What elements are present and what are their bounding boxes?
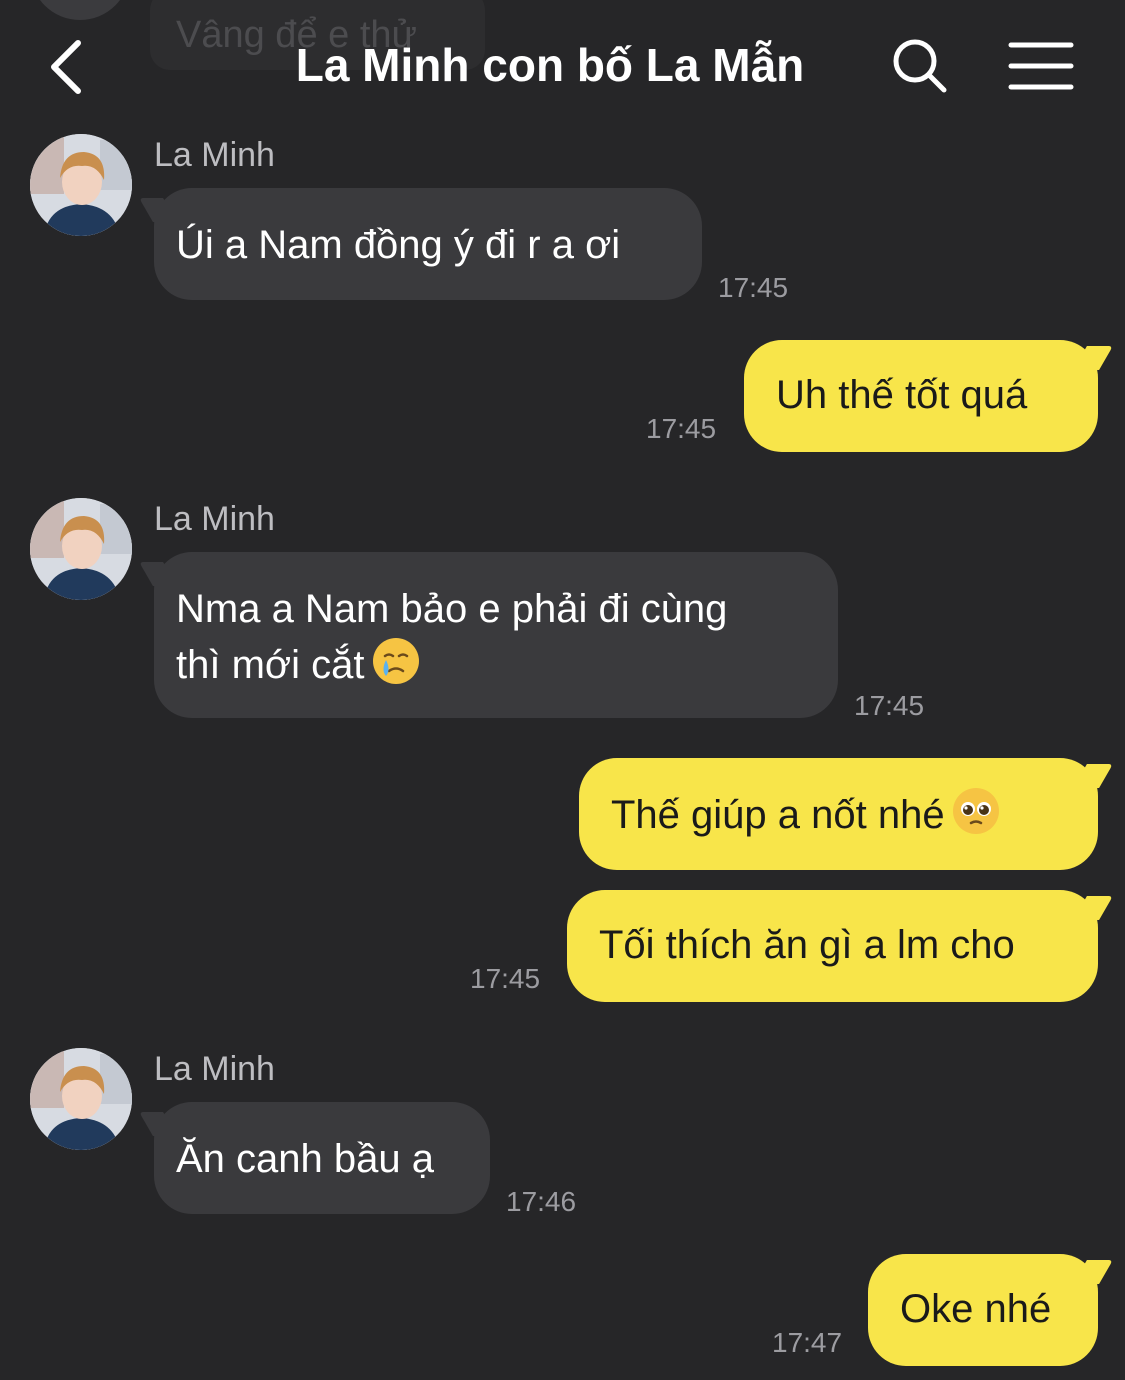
sender-name: La Minh <box>154 500 275 538</box>
message-text: Thế giúp a nốt nhé <box>611 793 945 837</box>
outgoing-message-bubble[interactable]: Uh thế tốt quá <box>744 340 1098 452</box>
message-text-line: Nma a Nam bảo e phải đi cùng <box>176 587 728 631</box>
chat-title: La Minh con bố La Mẫn <box>295 39 805 91</box>
crying-face-emoji <box>371 636 421 686</box>
sender-avatar[interactable] <box>30 498 132 600</box>
sender-avatar[interactable] <box>30 1048 132 1150</box>
outgoing-message-bubble[interactable]: Oke nhé <box>868 1254 1098 1366</box>
chevron-left-icon[interactable] <box>40 35 100 99</box>
message-text-line: thì mới cắt <box>176 643 365 687</box>
message-time: 17:45 <box>470 963 541 994</box>
incoming-message-bubble[interactable]: Nma a Nam bảo e phải đi cùng thì mới cắt <box>154 552 838 718</box>
incoming-message-bubble[interactable]: Úi a Nam đồng ý đi r a ơi <box>154 188 702 300</box>
pleading-face-emoji <box>951 786 1001 836</box>
chat-header: La Minh con bố La Mẫn <box>0 0 1125 130</box>
message-time: 17:45 <box>854 690 925 721</box>
message-text: Oke nhé <box>900 1287 1052 1331</box>
outgoing-message-bubble[interactable]: Tối thích ăn gì a lm cho <box>567 890 1098 1002</box>
message-time: 17:46 <box>506 1186 577 1217</box>
message-text: Ăn canh bầu ạ <box>176 1137 434 1181</box>
message-text: Úi a Nam đồng ý đi r a ơi <box>176 223 621 267</box>
message-time: 17:45 <box>718 272 789 303</box>
message-time: 17:47 <box>772 1327 843 1358</box>
sender-avatar[interactable] <box>30 134 132 236</box>
sender-name: La Minh <box>154 1050 275 1088</box>
message-text: Tối thích ăn gì a lm cho <box>599 923 1015 967</box>
search-icon[interactable] <box>890 36 950 96</box>
outgoing-message-bubble[interactable]: Thế giúp a nốt nhé <box>579 758 1098 870</box>
incoming-message-bubble[interactable]: Ăn canh bầu ạ <box>154 1102 490 1214</box>
message-time: 17:45 <box>646 413 717 444</box>
hamburger-menu-icon[interactable] <box>1008 40 1074 92</box>
message-text: Uh thế tốt quá <box>776 373 1028 417</box>
sender-name: La Minh <box>154 136 275 174</box>
